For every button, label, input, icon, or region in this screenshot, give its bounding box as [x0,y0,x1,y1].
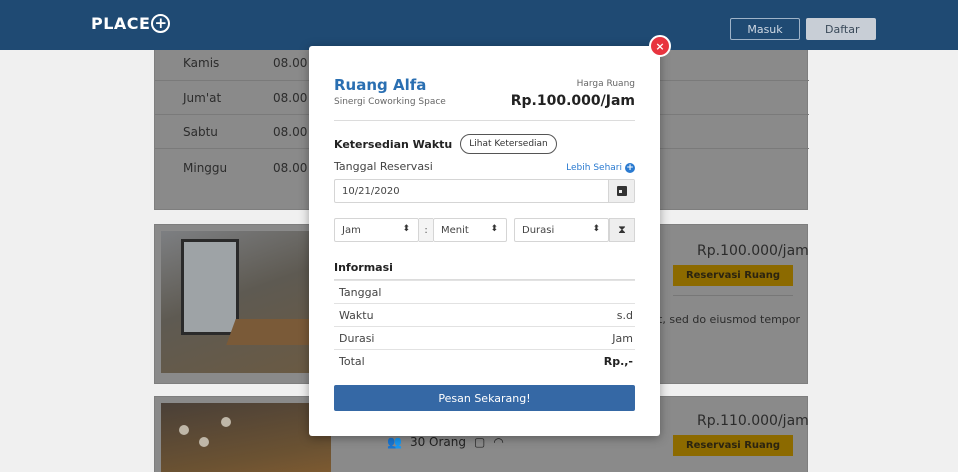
schedule-time: 08.00 [273,91,308,105]
info-row-duration: Durasi Jam [334,326,635,349]
reserve-room-button[interactable]: Reservasi Ruang [673,265,793,286]
more-than-day-label: Lebih Sehari [566,163,622,173]
room-description: it, sed do eiusmod tempor [655,313,801,326]
view-availability-button[interactable]: Lihat Ketersedian [460,134,557,154]
room-price: Rp.100.000/Jam [510,93,635,109]
hour-select-value: Jam [342,225,361,236]
availability-label: Ketersedian Waktu [334,138,453,151]
schedule-day: Sabtu [183,125,218,139]
schedule-day: Kamis [183,56,220,70]
info-row-time: Waktu s.d [334,303,635,326]
info-row-total: Total Rp.,- [334,349,635,372]
info-row-date: Tanggal [334,280,635,303]
info-label: Waktu [339,309,374,322]
date-value: 10/21/2020 [342,186,400,197]
book-now-button[interactable]: Pesan Sekarang! [334,385,635,411]
location-pin-icon: + [151,14,171,33]
people-icon: 👥 [387,435,402,449]
date-label: Tanggal Reservasi [334,160,433,173]
info-value: Rp.,- [603,355,633,368]
room-photo[interactable] [161,403,331,472]
room-photo-window [181,239,239,335]
info-title: Informasi [334,261,393,274]
minute-select-value: Menit [441,225,469,236]
time-separator: : [419,218,433,242]
duration-select-value: Durasi [522,225,555,236]
info-label: Total [339,355,365,368]
info-label: Durasi [339,332,375,345]
login-button[interactable]: Masuk [730,18,800,40]
calendar-button[interactable] [608,180,634,202]
monitor-icon: ▢ [474,435,486,449]
price-label: Harga Ruang [576,79,635,89]
date-field[interactable]: 10/21/2020 [334,179,635,203]
minute-select[interactable]: Menit ⬍ [433,218,507,242]
close-icon[interactable]: × [649,35,671,57]
schedule-day: Minggu [183,161,228,175]
schedule-day: Jum'at [183,91,222,105]
room-photo[interactable] [161,231,331,373]
updown-arrow-icon: ⬍ [402,224,410,234]
hour-select[interactable]: Jam ⬍ [334,218,419,242]
hourglass-icon: ⧗ [609,218,635,242]
reserve-room-button[interactable]: Reservasi Ruang [673,435,793,456]
schedule-time: 08.00 [273,161,308,175]
more-than-day-link[interactable]: Lebih Sehari + [566,163,635,173]
schedule-time: 08.00 [273,125,308,139]
venue-name: Sinergi Coworking Space [334,97,446,107]
room-name: Ruang Alfa [334,76,427,94]
duration-select[interactable]: Durasi ⬍ [514,218,609,242]
info-label: Tanggal [339,286,382,299]
logo-text: PLACE [91,14,151,33]
room-facilities: 👥 30 Orang ▢ ◠ [387,435,504,449]
header-divider [334,120,635,121]
room-price: Rp.110.000/jam [697,413,809,429]
navbar: PLACE + Masuk Daftar [0,0,958,50]
room-price: Rp.100.000/jam [697,243,809,259]
register-button[interactable]: Daftar [806,18,876,40]
room-photo-lamp [179,425,189,435]
info-value: Jam [612,332,633,345]
calendar-icon [616,186,627,196]
updown-arrow-icon: ⬍ [490,224,498,234]
reservation-modal: Ruang Alfa Sinergi Coworking Space Harga… [309,46,660,436]
schedule-time: 08.00 [273,56,308,70]
room-photo-lamp [199,437,209,447]
plus-circle-icon: + [625,163,635,173]
wifi-icon: ◠ [493,435,504,449]
room-divider [673,295,793,296]
info-value: s.d [616,309,633,322]
room-photo-lamp [221,417,231,427]
room-capacity: 30 Orang [409,435,466,449]
logo[interactable]: PLACE + [91,14,171,33]
updown-arrow-icon: ⬍ [592,224,600,234]
